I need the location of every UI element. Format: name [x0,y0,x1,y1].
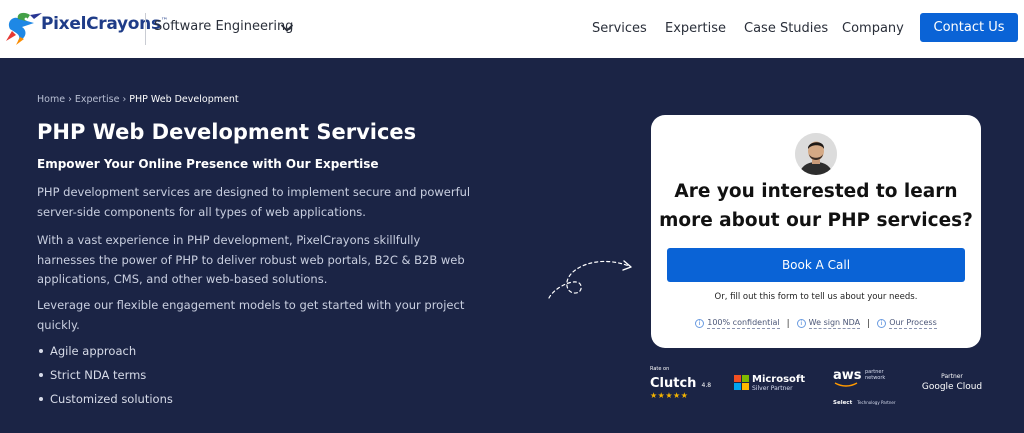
category-dropdown-label[interactable]: Software Engineering [154,19,293,34]
feature-item: Agile approach [37,343,173,367]
aws-smile-icon [834,382,858,387]
engagement-paragraph: Leverage our flexible engagement models … [37,298,465,332]
microsoft-icon [734,375,749,390]
badge-confidential[interactable]: i 100% confidential [695,318,780,329]
star-rating-icon: ★★★★★ [650,391,689,400]
nav-company[interactable]: Company [842,21,904,36]
info-icon: i [877,319,887,328]
breadcrumb-home[interactable]: Home [37,94,65,105]
info-icon: i [796,319,806,328]
book-a-call-button[interactable]: Book A Call [667,248,965,282]
logo[interactable]: PixelCrayons™ [0,0,168,58]
info-icon: i [695,319,705,328]
breadcrumb-separator: › [122,94,127,105]
page-subtitle: Empower Your Online Presence with Our Ex… [37,157,379,171]
badge-separator: | [786,318,790,329]
header-divider [145,13,146,45]
feature-list: Agile approach Strict NDA terms Customiz… [37,343,173,415]
brand-name: PixelCrayons™ [41,14,168,34]
clutch-rating-logo: Rate on Clutch 4.8 ★★★★★ [650,366,712,400]
experience-paragraph: With a vast experience in PHP developmen… [37,233,465,286]
breadcrumb: Home › Expertise › PHP Web Development [37,94,239,105]
avatar [795,133,837,175]
badge-process[interactable]: i Our Process [877,318,937,329]
badge-nda[interactable]: i We sign NDA [796,318,861,329]
nav-services[interactable]: Services [592,21,647,36]
badge-separator: | [867,318,871,329]
breadcrumb-current: PHP Web Development [129,94,239,105]
trust-badges: i 100% confidential | i We sign NDA | i … [651,318,981,329]
page-title: PHP Web Development Services [37,120,417,144]
breadcrumb-separator: › [68,94,72,105]
feature-item: Strict NDA terms [37,367,173,391]
dashed-arrow-icon [548,260,632,299]
form-note: Or, fill out this form to tell us about … [714,292,918,302]
chevron-down-icon[interactable] [280,21,294,35]
feature-item: Customized solutions [37,391,173,415]
site-header: PixelCrayons™ Software Engineering Servi… [0,0,1024,58]
contact-us-button[interactable]: Contact Us [920,13,1018,42]
book-call-card: Are you interested to learn more about o… [651,115,981,348]
nav-case-studies[interactable]: Case Studies [744,21,828,36]
nav-expertise[interactable]: Expertise [665,21,726,36]
intro-paragraph: PHP development services are designed to… [37,185,471,219]
card-question: Are you interested to learn more about o… [659,181,973,231]
breadcrumb-expertise[interactable]: Expertise [75,94,120,105]
google-cloud-partner-logo: Partner Google Cloud [921,373,983,392]
aws-partner-logo: aws partner network Select Technology Pa… [833,368,896,406]
